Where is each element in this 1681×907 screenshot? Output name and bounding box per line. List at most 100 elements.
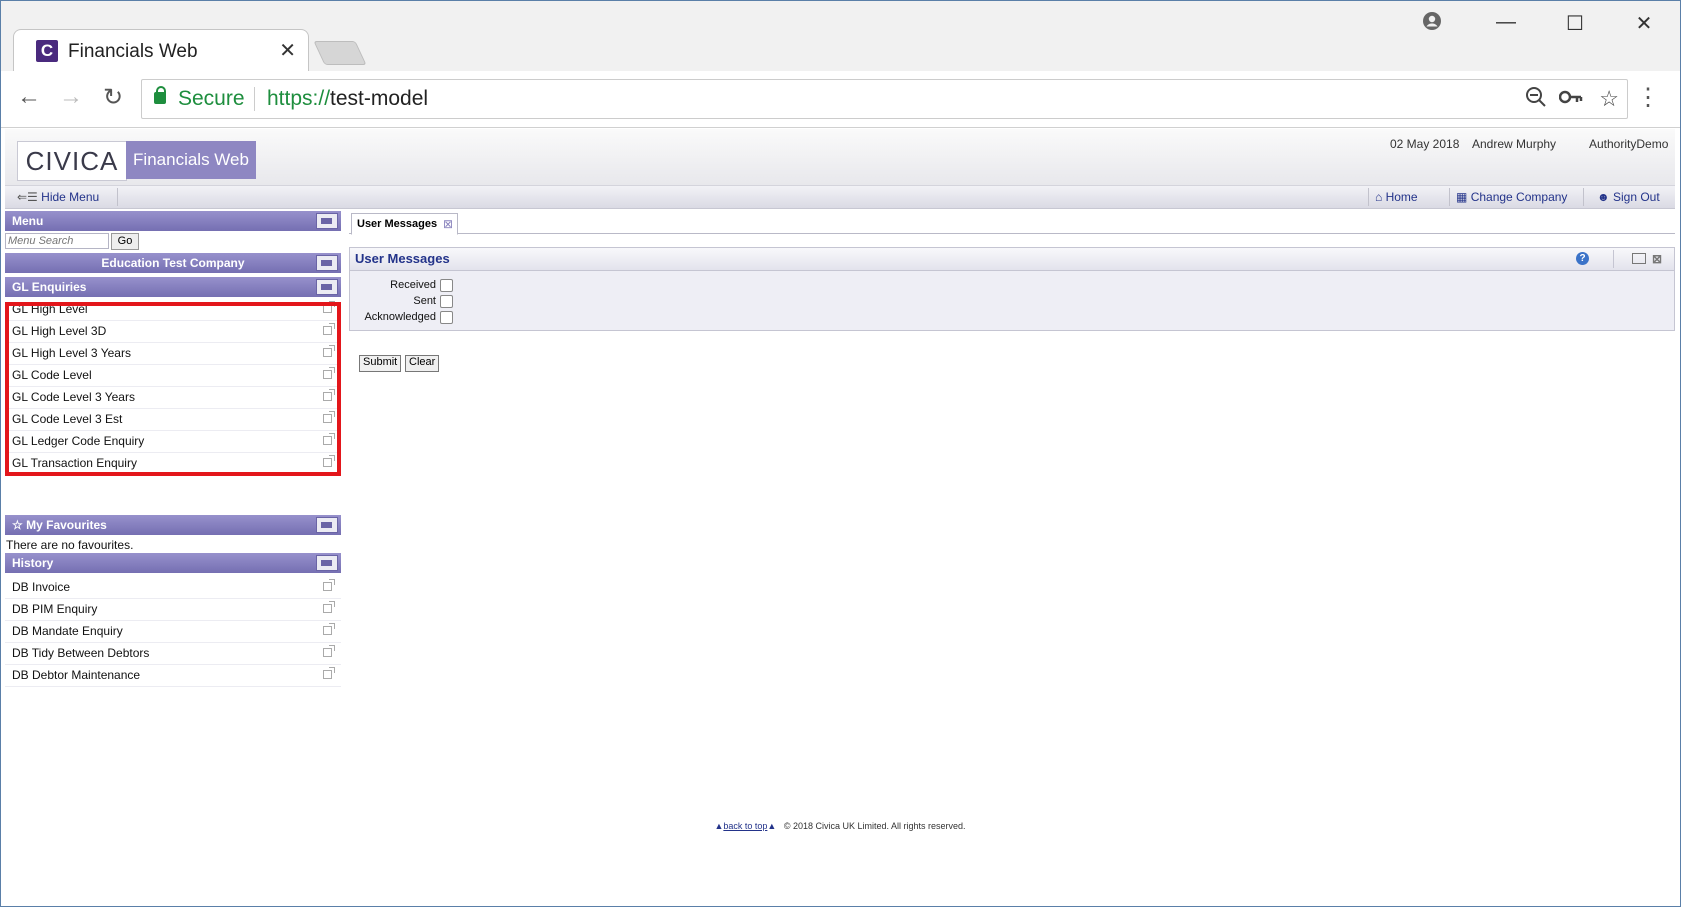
menu-panel-header: Menu (5, 211, 341, 231)
section-title: GL Enquiries (12, 280, 87, 294)
received-label: Received (390, 279, 436, 291)
list-item[interactable]: GL High Level 3 Years (5, 343, 341, 365)
list-item[interactable]: DB Debtor Maintenance (5, 665, 341, 687)
sign-out-label: Sign Out (1612, 190, 1660, 204)
user-messages-panel: User Messages ? ⊠ Received Sent Acknowle… (349, 247, 1675, 331)
received-checkbox[interactable] (440, 279, 453, 292)
list-item[interactable]: GL High Level 3D (5, 321, 341, 343)
hide-menu-button[interactable]: ⇐☰ Hide Menu (17, 190, 99, 204)
list-item[interactable]: GL Code Level 3 Est (5, 409, 341, 431)
forward-arrow-icon[interactable]: → (55, 83, 87, 111)
submit-button[interactable]: Submit (359, 355, 402, 372)
star-icon: ☆ (12, 518, 23, 532)
list-item[interactable]: DB PIM Enquiry (5, 599, 341, 621)
back-folder-icon[interactable] (316, 279, 338, 295)
reload-icon[interactable]: ↻ (97, 83, 129, 112)
collapse-panel-icon[interactable] (316, 517, 338, 533)
company-header[interactable]: Education Test Company (5, 253, 341, 273)
close-panel-icon[interactable]: ⊠ (1652, 248, 1662, 270)
favourites-title: ☆ My Favourites (12, 515, 107, 535)
close-window-icon[interactable]: ✕ (1629, 11, 1659, 36)
list-item-label: DB Tidy Between Debtors (12, 646, 150, 660)
minimize-panel-icon[interactable] (1632, 253, 1646, 264)
close-tab-icon[interactable]: ⊠ (443, 214, 453, 234)
list-item[interactable]: GL Code Level (5, 365, 341, 387)
tab-title: Financials Web (68, 41, 198, 62)
open-window-icon[interactable] (323, 345, 335, 357)
back-to-top-link[interactable]: back to top (723, 821, 767, 831)
star-bookmark-icon[interactable]: ☆ (1599, 86, 1619, 112)
header-separator (1613, 250, 1614, 268)
back-arrow-icon[interactable]: ← (13, 83, 45, 111)
maximize-icon[interactable]: ☐ (1560, 11, 1590, 36)
history-list: DB Invoice DB PIM Enquiry DB Mandate Enq… (5, 577, 341, 687)
app-header: CIVICA Financials Web 02 May 2018 Andrew… (5, 129, 1675, 186)
building-icon: ▦ (1456, 190, 1468, 204)
browser-tab[interactable]: C Financials Web ✕ (13, 29, 309, 72)
history-header[interactable]: History (5, 553, 341, 573)
open-window-icon[interactable] (323, 601, 335, 613)
open-window-icon[interactable] (323, 411, 335, 423)
history-title: History (12, 556, 54, 570)
content-tabstrip: User Messages ⊠ (349, 211, 1675, 235)
sent-checkbox[interactable] (440, 295, 453, 308)
favourites-header[interactable]: ☆ My Favourites (5, 515, 341, 535)
open-window-icon[interactable] (323, 623, 335, 635)
open-window-icon[interactable] (323, 645, 335, 657)
gl-enquiries-header[interactable]: GL Enquiries (5, 277, 341, 297)
list-item[interactable]: DB Tidy Between Debtors (5, 643, 341, 665)
civica-logo: CIVICA (17, 141, 127, 181)
home-button[interactable]: ⌂ Home (1375, 190, 1418, 204)
sign-out-button[interactable]: ☻ Sign Out (1597, 190, 1660, 204)
open-window-icon[interactable] (323, 389, 335, 401)
list-item[interactable]: GL Transaction Enquiry (5, 453, 341, 475)
url-scheme: https:// (267, 87, 331, 110)
zoom-icon[interactable] (1525, 86, 1547, 114)
help-icon[interactable]: ? (1576, 252, 1589, 265)
open-window-icon[interactable] (323, 301, 335, 313)
clear-button[interactable]: Clear (405, 355, 440, 372)
new-tab-button[interactable] (313, 41, 367, 65)
url-text[interactable]: https://test-model (267, 87, 428, 111)
address-bar[interactable]: Secure https://test-model ☆ (141, 79, 1628, 119)
key-icon[interactable] (1558, 86, 1583, 114)
home-icon: ⌂ (1375, 190, 1383, 204)
open-window-icon[interactable] (323, 367, 335, 379)
list-item-label: DB Mandate Enquiry (12, 624, 123, 638)
open-window-icon[interactable] (323, 579, 335, 591)
list-item[interactable]: GL Ledger Code Enquiry (5, 431, 341, 453)
open-window-icon[interactable] (323, 455, 335, 467)
go-button[interactable]: Go (111, 233, 139, 250)
menu-search-input[interactable] (5, 233, 109, 249)
favourites-empty: There are no favourites. (6, 538, 134, 552)
list-item[interactable]: GL High Level (5, 299, 341, 321)
acknowledged-checkbox[interactable] (440, 311, 453, 324)
list-item[interactable]: DB Mandate Enquiry (5, 621, 341, 643)
collapse-panel-icon[interactable] (316, 255, 338, 271)
collapse-panel-icon[interactable] (316, 555, 338, 571)
minimize-icon[interactable]: — (1491, 11, 1521, 34)
open-window-icon[interactable] (323, 667, 335, 679)
list-item-label: DB PIM Enquiry (12, 602, 98, 616)
list-item[interactable]: DB Invoice (5, 577, 341, 599)
collapse-panel-icon[interactable] (316, 213, 338, 229)
change-company-button[interactable]: ▦ Change Company (1456, 190, 1567, 204)
url-host: test-model (330, 87, 429, 110)
browser-menu-icon[interactable]: ⋮ (1636, 83, 1660, 112)
lock-icon (154, 86, 166, 104)
list-item[interactable]: GL Code Level 3 Years (5, 387, 341, 409)
tab-user-messages[interactable]: User Messages ⊠ (351, 213, 459, 235)
menu-title: Menu (12, 214, 44, 228)
list-item-label: GL High Level (12, 302, 88, 316)
browser-titlebar: C Financials Web ✕ — ☐ ✕ (1, 1, 1680, 72)
favourites-label: My Favourites (26, 518, 107, 532)
list-item-label: GL High Level 3D (12, 324, 107, 338)
close-tab-icon[interactable]: ✕ (279, 38, 296, 63)
open-window-icon[interactable] (323, 323, 335, 335)
panel-title: User Messages (355, 251, 450, 266)
menubar-separator (1368, 188, 1369, 206)
list-item-label: GL Code Level 3 Years (12, 390, 135, 404)
profile-icon[interactable] (1417, 11, 1447, 37)
open-window-icon[interactable] (323, 433, 335, 445)
